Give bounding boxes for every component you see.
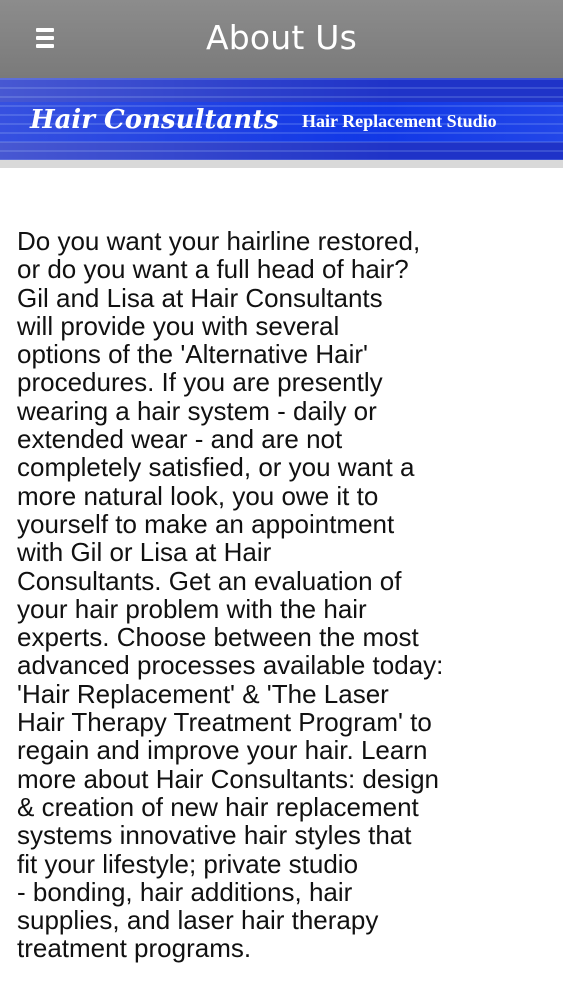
about-text: Do you want your hairline restored, or d… — [17, 226, 444, 964]
page-title: About Us — [205, 18, 357, 57]
brand-tagline: Hair Replacement Studio — [302, 111, 497, 131]
app-screen: About Us Hair Consultants Hair Replaceme… — [0, 0, 563, 1000]
top-app-bar: About Us — [0, 0, 563, 78]
brand-banner: Hair Consultants Hair Replacement Studio — [0, 78, 563, 168]
brand-name: Hair Consultants — [30, 105, 279, 135]
banner-divider — [0, 160, 563, 168]
